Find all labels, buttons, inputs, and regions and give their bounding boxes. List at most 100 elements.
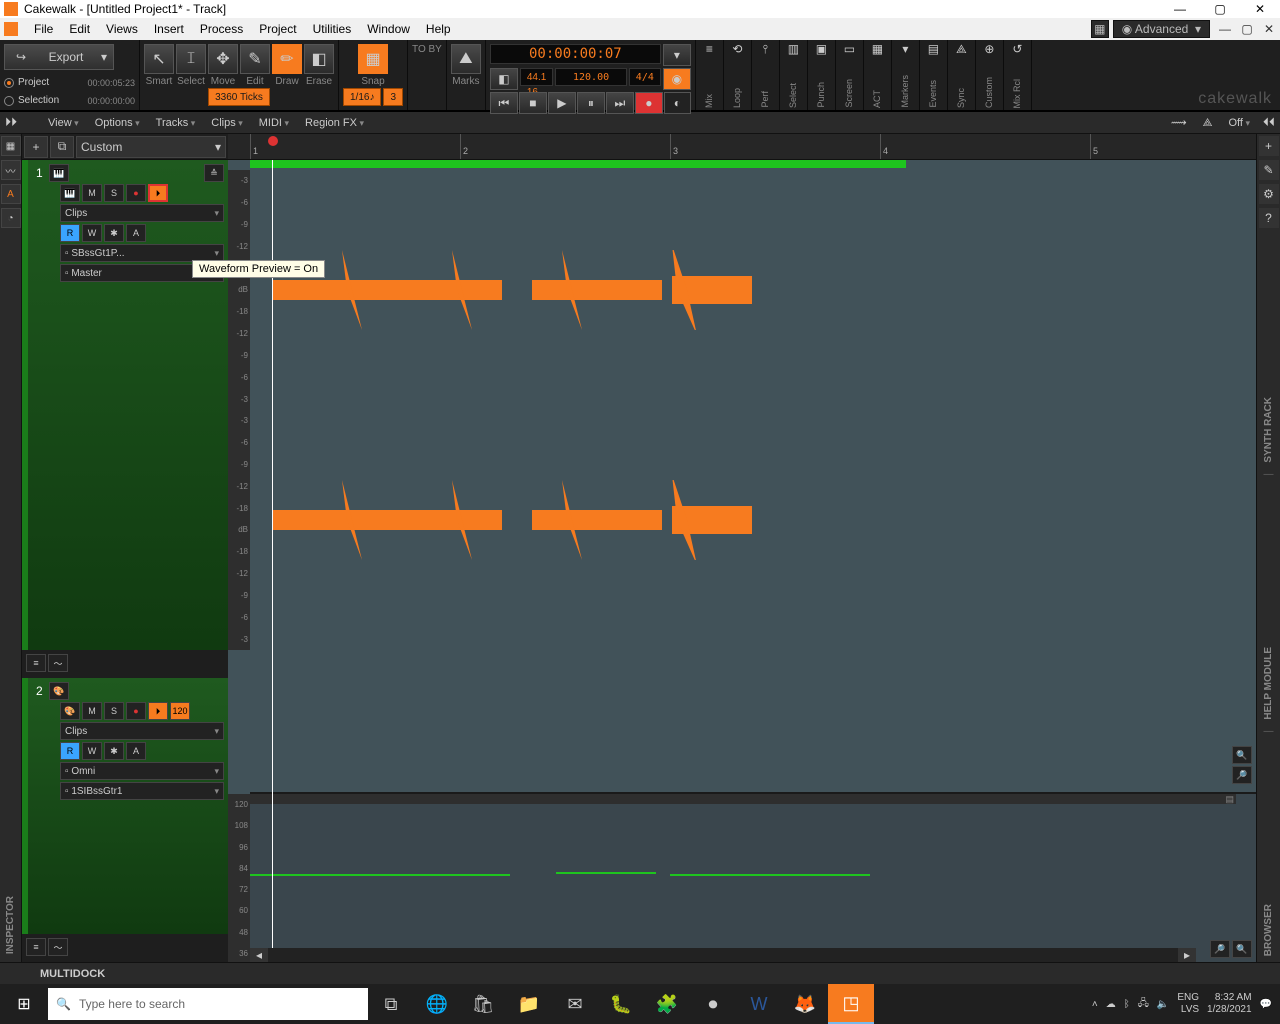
collapse-browser[interactable]: ⏴⏴ — [1258, 115, 1280, 130]
inspector-tab-arranger[interactable]: A — [1, 184, 21, 204]
zoom-v-in[interactable]: 🔍 — [1232, 746, 1252, 764]
tray-chevron-icon[interactable]: ˄ — [1092, 999, 1098, 1010]
track-2-solo[interactable]: S — [104, 702, 124, 720]
tray-notifications-icon[interactable]: 💬 — [1260, 999, 1272, 1010]
track-1-read[interactable]: R — [60, 224, 80, 242]
menu-help[interactable]: Help — [418, 18, 459, 40]
track-2-icon[interactable]: 🎨 — [49, 682, 69, 700]
track-1-waveform-preview[interactable]: ⏵ — [148, 184, 168, 202]
track-1-fx[interactable]: ✱ — [104, 224, 124, 242]
expand-track-view[interactable]: ⏵⏵ — [0, 115, 22, 130]
synth-rack-label[interactable]: SYNTH RACK — [1263, 391, 1274, 469]
taskbar-app1[interactable]: 🐛 — [598, 984, 644, 1024]
inspector-tab-tempo[interactable]: ◔ — [1, 208, 21, 228]
track-2-arm[interactable]: ● — [126, 702, 146, 720]
track-1-arm[interactable]: ● — [126, 184, 146, 202]
taskbar-cakewalk[interactable]: ◳ — [828, 984, 874, 1024]
track-1-collapse[interactable]: ≙ — [204, 164, 224, 182]
module-punch[interactable]: ▣Punch — [808, 40, 836, 110]
export-scope-selection[interactable]: Selection00:00:00:00 — [4, 95, 135, 106]
module-events[interactable]: ▤Events — [920, 40, 948, 110]
edit-tool[interactable]: ✎ — [240, 44, 270, 74]
time-ruler[interactable]: 1 2 3 4 5 — [228, 134, 1256, 160]
export-scope-project[interactable]: Project00:00:05:23 — [4, 77, 135, 88]
menu-process[interactable]: Process — [192, 18, 251, 40]
menu-file[interactable]: File — [26, 18, 61, 40]
track-1-lanes-toggle[interactable]: ≡ — [26, 654, 46, 672]
automation-mode[interactable]: Off — [1220, 112, 1258, 134]
midi-clip-menu-icon[interactable]: ▤ — [1225, 794, 1234, 805]
tray-bluetooth-icon[interactable]: ᛒ — [1124, 999, 1130, 1010]
taskbar-obs[interactable]: ⏺ — [690, 984, 736, 1024]
midi-menu[interactable]: MIDI — [251, 112, 297, 134]
options-menu[interactable]: Options — [87, 112, 148, 134]
h-scrollbar[interactable]: ◂ ▸ — [250, 948, 1196, 962]
zoom-h-in[interactable]: 🔍 — [1232, 940, 1252, 958]
inspector-tab-track[interactable]: ▦ — [1, 136, 21, 156]
minimize-button[interactable]: — — [1160, 0, 1200, 18]
module-loop[interactable]: ⟲Loop — [724, 40, 752, 110]
sample-rate[interactable]: 44.116 — [520, 68, 553, 86]
timesig-display[interactable]: 4/4 — [629, 68, 661, 86]
tray-network-icon[interactable]: 🖧 — [1138, 996, 1149, 1013]
track-2-lanes-toggle[interactable]: ≡ — [26, 938, 46, 956]
automation-read[interactable]: ⟿ — [1163, 112, 1195, 134]
now-marker-icon[interactable] — [268, 136, 278, 146]
move-tool[interactable]: ✥ — [208, 44, 238, 74]
audio-clip-1-left[interactable] — [272, 250, 752, 330]
track-1-instrument[interactable]: 🎹 — [60, 184, 80, 202]
erase-tool[interactable]: ◧ — [304, 44, 334, 74]
workspace-select[interactable]: ◉ Advanced ▾ — [1113, 20, 1210, 38]
module-sync[interactable]: ⟁Sync — [948, 40, 976, 110]
automation-write[interactable]: ⟁ — [1195, 112, 1221, 134]
screenset-button[interactable]: ▦ — [1091, 20, 1109, 38]
track-2-clips-filter[interactable]: Clips▾ — [60, 722, 224, 740]
module-mixrecall[interactable]: ↺Mix Rcl — [1004, 40, 1032, 110]
track-2-mute[interactable]: M — [82, 702, 102, 720]
menu-project[interactable]: Project — [251, 18, 304, 40]
module-mix[interactable]: ≡Mix — [696, 40, 724, 110]
timecode-display[interactable]: 00:00:00:07 — [490, 44, 661, 64]
module-markers[interactable]: ▾Markers — [892, 40, 920, 110]
module-screen[interactable]: ▭Screen — [836, 40, 864, 110]
menu-edit[interactable]: Edit — [61, 18, 98, 40]
pause-button[interactable]: ⏸ — [577, 92, 605, 114]
tray-cloud-icon[interactable]: ☁ — [1106, 999, 1116, 1010]
track-2-fx[interactable]: ✱ — [104, 742, 124, 760]
module-act[interactable]: ▦ACT — [864, 40, 892, 110]
browser-edit-icon[interactable]: ✎ — [1259, 160, 1279, 180]
midi-note[interactable] — [670, 874, 870, 876]
browser-fx-icon[interactable]: ⚙ — [1259, 184, 1279, 204]
menu-window[interactable]: Window — [359, 18, 418, 40]
start-button[interactable]: ⊞ — [0, 984, 48, 1024]
snap-triplet[interactable]: 3 — [383, 88, 403, 106]
tray-volume-icon[interactable]: 🔈 — [1157, 999, 1169, 1010]
view-menu[interactable]: View — [40, 112, 87, 134]
track-1-mute[interactable]: M — [82, 184, 102, 202]
close-button[interactable]: ✕ — [1240, 0, 1280, 18]
multidock-bar[interactable]: MULTIDOCK — [0, 962, 1280, 984]
transport-audition[interactable]: ◐ — [664, 92, 691, 114]
taskbar-word[interactable]: W — [736, 984, 782, 1024]
menu-insert[interactable]: Insert — [146, 18, 192, 40]
track-1-solo[interactable]: S — [104, 184, 124, 202]
marks-tool[interactable]: ⛰ — [451, 44, 481, 74]
stop-button[interactable]: ■ — [519, 92, 547, 114]
track-2-read[interactable]: R — [60, 742, 80, 760]
midi-clip-header[interactable]: ▤ — [250, 794, 1236, 804]
track-2-instrument[interactable]: 🎨 — [60, 702, 80, 720]
track-2-input[interactable]: ▫ Omni▾ — [60, 762, 224, 780]
tracks-menu[interactable]: Tracks — [148, 112, 204, 134]
tray-clock[interactable]: 8:32 AM1/28/2021 — [1207, 992, 1252, 1016]
track-1-write[interactable]: W — [82, 224, 102, 242]
ffwd-button[interactable]: ⏭ — [606, 92, 634, 114]
playhead[interactable] — [272, 160, 273, 962]
child-close[interactable]: ✕ — [1258, 20, 1280, 38]
zoom-v-out[interactable]: 🔎 — [1232, 766, 1252, 784]
taskbar-edge[interactable]: 🌐 — [414, 984, 460, 1024]
track-1-icon[interactable]: 🎹 — [49, 164, 69, 182]
tray-language[interactable]: ENGLVS — [1177, 992, 1199, 1016]
maximize-button[interactable]: ▢ — [1200, 0, 1240, 18]
child-minimize[interactable]: — — [1214, 20, 1236, 38]
audio-clip-1-right[interactable] — [272, 480, 752, 560]
